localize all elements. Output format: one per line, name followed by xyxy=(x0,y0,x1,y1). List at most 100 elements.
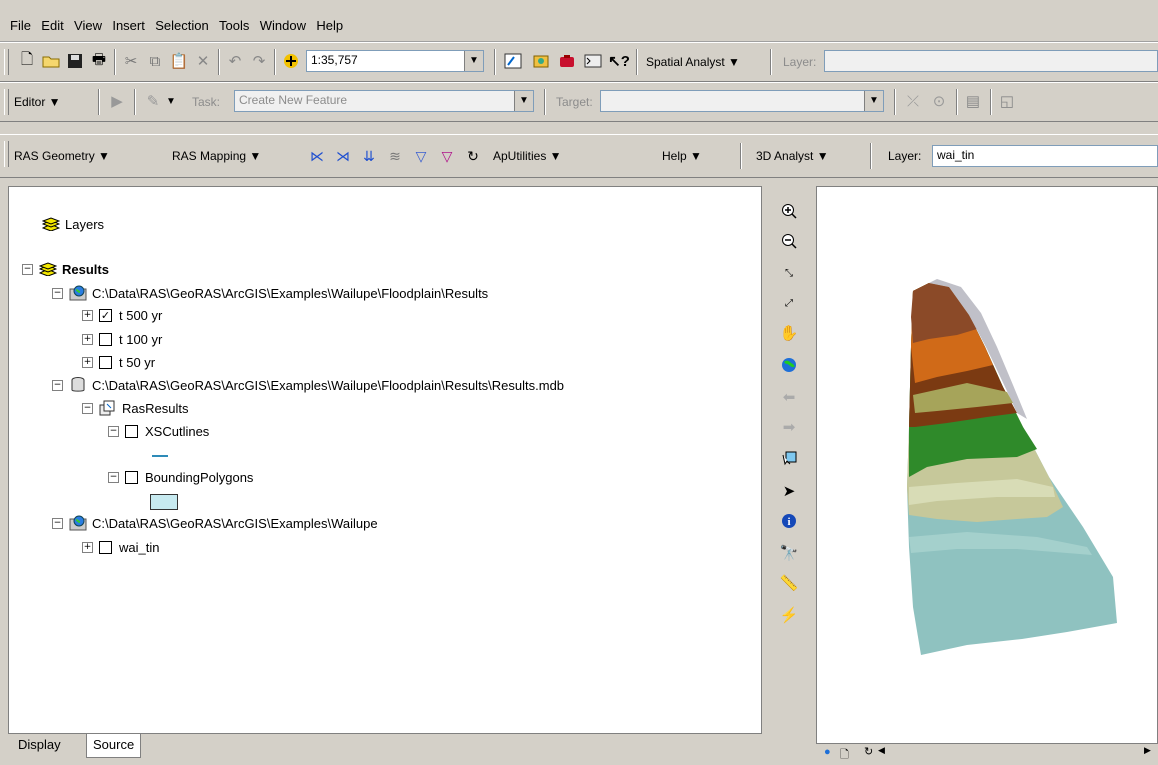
cut-icon[interactable]: ✂ xyxy=(120,50,142,72)
zoom-out-icon[interactable] xyxy=(778,230,800,252)
toolbar-grip[interactable] xyxy=(4,89,9,115)
results-frame[interactable]: − Results xyxy=(22,259,109,279)
ras-geometry-menu[interactable]: RAS Geometry ▼ xyxy=(14,149,110,163)
layer-visibility-checkbox[interactable] xyxy=(125,424,138,438)
workspace-wailupe[interactable]: − C:\Data\RAS\GeoRAS\ArcGIS\Examples\Wai… xyxy=(52,513,378,533)
water-surface-tin-icon[interactable]: ▽ xyxy=(436,145,458,167)
layer-visibility-checkbox[interactable] xyxy=(99,355,112,369)
arccatalog-icon[interactable] xyxy=(530,50,552,72)
target-combo[interactable]: ▼ xyxy=(600,90,884,112)
open-folder-icon[interactable] xyxy=(40,50,62,72)
xs-id-icon[interactable]: ⋉ xyxy=(306,145,328,167)
fixed-zoom-in-icon[interactable]: ⤡ xyxy=(778,262,800,284)
layers-frame[interactable]: Layers xyxy=(42,214,104,234)
expand-icon[interactable]: + xyxy=(82,356,93,368)
collapse-icon[interactable]: − xyxy=(108,425,119,437)
add-data-icon[interactable] xyxy=(280,50,302,72)
editor-menu[interactable]: Editor ▼ xyxy=(14,95,61,109)
layout-view-icon[interactable]: 🗋 xyxy=(840,746,849,765)
split-tool-icon[interactable]: ⤫ xyxy=(902,90,924,112)
ras-help-menu[interactable]: Help ▼ xyxy=(662,149,702,163)
xscutlines-symbol[interactable] xyxy=(152,455,168,457)
whats-this-help-icon[interactable]: ↖? xyxy=(608,50,630,72)
previous-extent-icon[interactable]: ⬅ xyxy=(778,386,800,408)
layer-visibility-checkbox[interactable] xyxy=(99,332,112,346)
expand-icon[interactable]: + xyxy=(82,309,93,321)
scroll-right-icon[interactable]: ▶ xyxy=(1144,745,1151,756)
tab-source[interactable]: Source xyxy=(86,734,142,758)
hyperlink-lightning-icon[interactable]: ⚡ xyxy=(778,604,800,626)
find-binoculars-icon[interactable]: 🔭 xyxy=(778,542,800,564)
chevron-down-icon[interactable]: ▼ xyxy=(864,91,883,111)
arctoolbox-icon[interactable] xyxy=(556,50,578,72)
menu-window[interactable]: Window xyxy=(260,18,306,33)
map-display[interactable] xyxy=(816,186,1158,744)
layer-visibility-checkbox[interactable] xyxy=(125,470,138,484)
aputilities-menu[interactable]: ApUtilities ▼ xyxy=(493,149,562,163)
zoom-in-icon[interactable] xyxy=(778,200,800,222)
layer-visibility-checkbox[interactable] xyxy=(99,540,112,554)
expand-icon[interactable]: + xyxy=(82,333,93,345)
print-icon[interactable]: 🖶 xyxy=(88,50,110,72)
refresh-view-icon[interactable]: ↻ xyxy=(864,745,873,758)
rasresults-dataset[interactable]: − RasResults xyxy=(82,398,188,418)
delete-icon[interactable]: ✕ xyxy=(192,50,214,72)
rotate-tool-icon[interactable]: ⊙ xyxy=(928,90,950,112)
collapse-icon[interactable]: − xyxy=(52,379,63,391)
collapse-icon[interactable]: − xyxy=(52,287,63,299)
layer-boundingpolygons[interactable]: − BoundingPolygons xyxy=(108,467,253,487)
xs-rm-icon[interactable]: ⋊ xyxy=(332,145,354,167)
menu-help[interactable]: Help xyxy=(316,18,343,33)
workspace-results-mdb[interactable]: − C:\Data\RAS\GeoRAS\ArcGIS\Examples\Wai… xyxy=(52,375,564,395)
layer-t-50-yr[interactable]: + t 50 yr xyxy=(82,352,155,372)
save-icon[interactable] xyxy=(64,50,86,72)
menu-selection[interactable]: Selection xyxy=(155,18,208,33)
collapse-icon[interactable]: − xyxy=(52,517,63,529)
menu-insert[interactable]: Insert xyxy=(112,18,145,33)
collapse-icon[interactable]: − xyxy=(108,471,119,483)
pan-hand-icon[interactable]: ✋ xyxy=(778,322,800,344)
refresh-links-icon[interactable]: ↻ xyxy=(462,145,484,167)
flow-paths-icon[interactable]: ≋ xyxy=(384,145,406,167)
layer-t-100-yr[interactable]: + t 100 yr xyxy=(82,329,162,349)
redo-icon[interactable]: ↷ xyxy=(248,50,270,72)
menu-edit[interactable]: Edit xyxy=(41,18,63,33)
next-extent-icon[interactable]: ➡ xyxy=(778,416,800,438)
workspace-floodplain-results[interactable]: − C:\Data\RAS\GeoRAS\ArcGIS\Examples\Wai… xyxy=(52,283,488,303)
editor-toolbar-icon[interactable] xyxy=(502,50,524,72)
menu-tools[interactable]: Tools xyxy=(219,18,249,33)
layer-wai-tin[interactable]: + wai_tin xyxy=(82,537,159,557)
identify-icon[interactable]: i xyxy=(778,510,800,532)
spatial-layer-combo[interactable] xyxy=(824,50,1158,72)
scroll-left-icon[interactable]: ◀ xyxy=(878,745,885,756)
task-combo[interactable]: Create New Feature ▼ xyxy=(234,90,534,112)
3d-layer-combo[interactable]: wai_tin xyxy=(932,145,1158,167)
fixed-zoom-out-icon[interactable]: ⤢ xyxy=(778,292,800,314)
tab-display[interactable]: Display xyxy=(12,734,67,758)
command-line-icon[interactable] xyxy=(582,50,604,72)
water-surface-icon[interactable]: ▽ xyxy=(410,145,432,167)
3d-analyst-menu[interactable]: 3D Analyst ▼ xyxy=(756,149,829,163)
chevron-down-icon[interactable]: ▼ xyxy=(464,51,483,71)
spatial-analyst-menu[interactable]: Spatial Analyst ▼ xyxy=(646,55,740,69)
chevron-down-icon[interactable]: ▼ xyxy=(160,90,182,112)
edit-tool-icon[interactable]: ▶ xyxy=(106,90,128,112)
sketch-properties-icon[interactable]: ◱ xyxy=(996,90,1018,112)
collapse-icon[interactable]: − xyxy=(82,402,93,414)
new-document-icon[interactable]: 🗋 xyxy=(16,50,38,72)
layer-xscutlines[interactable]: − XSCutlines xyxy=(108,421,209,441)
menu-file[interactable]: File xyxy=(10,18,31,33)
expand-icon[interactable]: + xyxy=(82,541,93,553)
data-view-icon[interactable]: ● xyxy=(824,746,831,758)
measure-icon[interactable]: 📏 xyxy=(778,572,800,594)
select-features-icon[interactable] xyxy=(778,448,800,470)
ras-mapping-menu[interactable]: RAS Mapping ▼ xyxy=(172,149,261,163)
flow-arrows-icon[interactable]: ⇊ xyxy=(358,145,380,167)
layer-visibility-checkbox[interactable]: ✓ xyxy=(99,308,112,322)
toolbar-grip[interactable] xyxy=(4,141,9,167)
full-extent-globe-icon[interactable] xyxy=(778,354,800,376)
select-elements-icon[interactable]: ➤ xyxy=(778,480,800,502)
paste-icon[interactable]: 📋 xyxy=(168,50,190,72)
layer-t-500-yr[interactable]: + ✓ t 500 yr xyxy=(82,305,162,325)
chevron-down-icon[interactable]: ▼ xyxy=(514,91,533,111)
